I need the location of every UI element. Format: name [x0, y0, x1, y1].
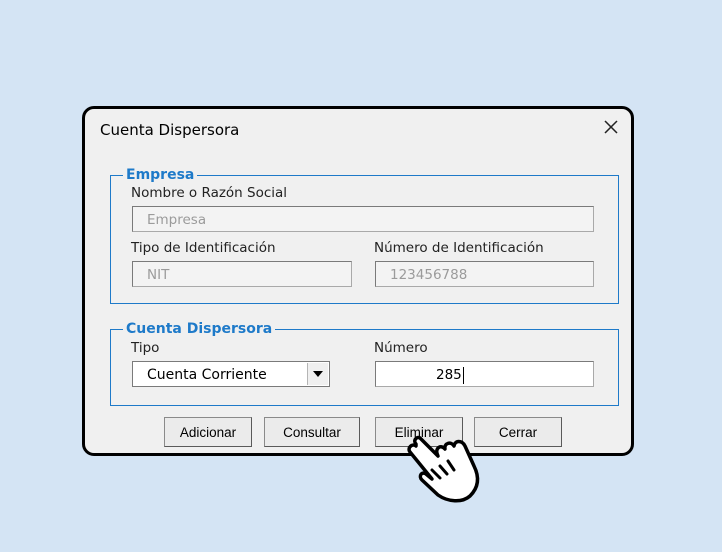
- company-name-label: Nombre o Razón Social: [131, 185, 288, 201]
- text-caret: [462, 367, 464, 384]
- pointing-hand-icon: [407, 435, 480, 503]
- id-type-label: Tipo de Identificación: [131, 240, 276, 256]
- account-type-value: Cuenta Corriente: [147, 367, 267, 383]
- account-number-label: Número: [374, 340, 428, 356]
- empresa-legend: Empresa: [126, 167, 195, 183]
- add-button[interactable]: Adicionar: [164, 417, 252, 447]
- id-number-label: Número de Identificación: [374, 240, 544, 256]
- company-name-input[interactable]: Empresa: [132, 206, 594, 232]
- account-type-label: Tipo: [131, 340, 160, 356]
- cuenta-dispersora-dialog: Cuenta Dispersora Empresa Nombre o Razón…: [82, 106, 634, 456]
- dialog-title: Cuenta Dispersora: [100, 121, 240, 139]
- id-number-input[interactable]: 123456788: [375, 261, 594, 287]
- account-number-value: 285: [436, 367, 462, 383]
- account-number-input[interactable]: 285: [375, 361, 594, 387]
- id-type-input[interactable]: NIT: [132, 261, 352, 287]
- close-icon[interactable]: [601, 117, 621, 137]
- chevron-down-icon[interactable]: [307, 363, 328, 385]
- cuenta-legend: Cuenta Dispersora: [126, 321, 273, 337]
- query-button[interactable]: Consultar: [264, 417, 360, 447]
- account-type-select[interactable]: Cuenta Corriente: [132, 361, 330, 387]
